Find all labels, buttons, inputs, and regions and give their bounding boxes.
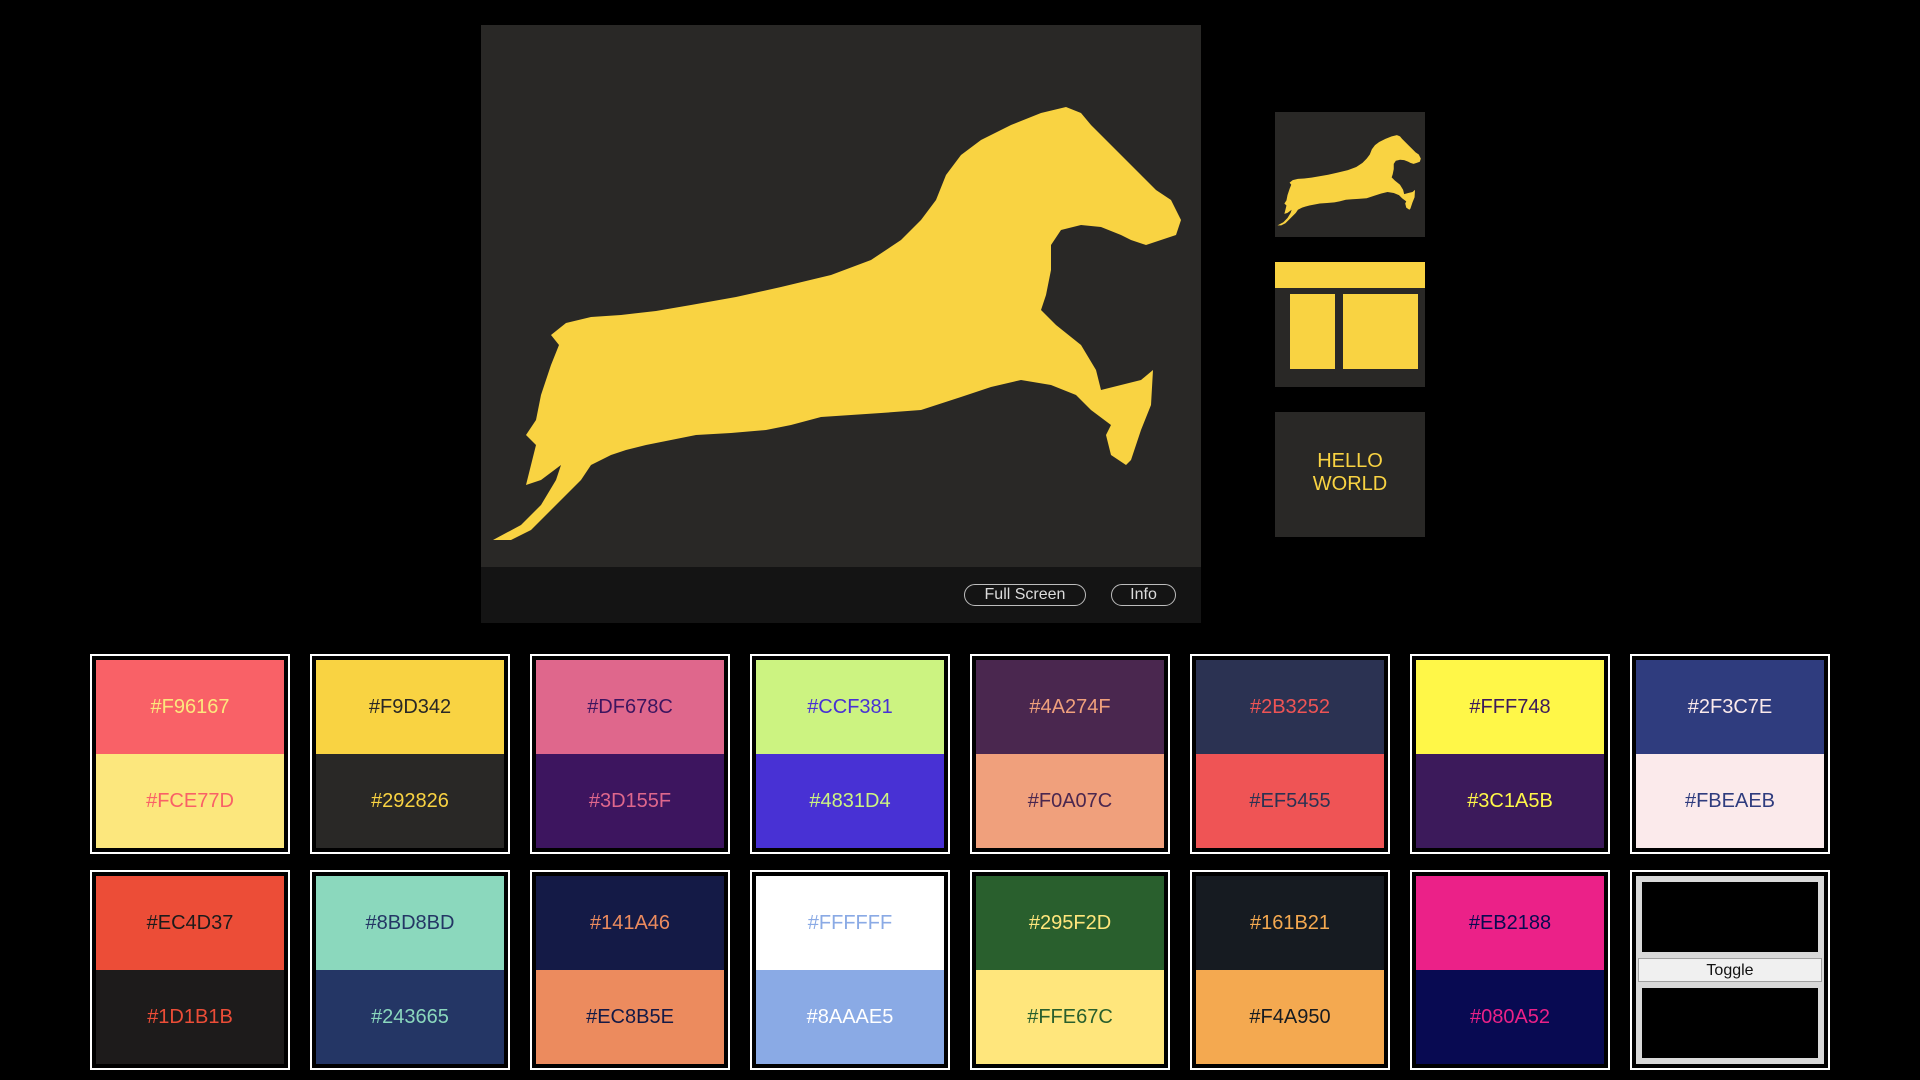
- swatch-top-color: #F9D342: [316, 660, 504, 754]
- swatch-bottom-color: #F4A950: [1196, 970, 1384, 1064]
- swatch-top-color: #161B21: [1196, 876, 1384, 970]
- preview-panel: Full Screen Info: [481, 25, 1201, 623]
- toggle-panel: Toggle: [1630, 870, 1830, 1070]
- swatch-top-color: #2F3C7E: [1636, 660, 1824, 754]
- color-swatch[interactable]: #F96167 #FCE77D: [90, 654, 290, 854]
- swatch-top-color: #8BD8BD: [316, 876, 504, 970]
- preview-toolbar: Full Screen Info: [481, 567, 1201, 623]
- color-swatch[interactable]: #EB2188 #080A52: [1410, 870, 1610, 1070]
- swatch-bottom-color: #3C1A5B: [1416, 754, 1604, 848]
- swatch-top-color: #2B3252: [1196, 660, 1384, 754]
- toggle-preview-bottom: [1642, 988, 1818, 1058]
- color-swatch[interactable]: #EC4D37 #1D1B1B: [90, 870, 290, 1070]
- swatch-top-color: #295F2D: [976, 876, 1164, 970]
- swatch-bottom-color: #EF5455: [1196, 754, 1384, 848]
- color-swatch[interactable]: #8BD8BD #243665: [310, 870, 510, 1070]
- color-swatch[interactable]: #F9D342 #292826: [310, 654, 510, 854]
- toggle-inner: Toggle: [1636, 876, 1824, 1064]
- swatch-top-color: #CCF381: [756, 660, 944, 754]
- color-swatch[interactable]: #DF678C #3D155F: [530, 654, 730, 854]
- swatch-bottom-color: #FBEAEB: [1636, 754, 1824, 848]
- fullscreen-button[interactable]: Full Screen: [964, 584, 1086, 606]
- thumb-text[interactable]: HELLO WORLD: [1275, 412, 1425, 537]
- color-swatch[interactable]: #295F2D #FFE67C: [970, 870, 1170, 1070]
- swatch-bottom-color: #8AAAE5: [756, 970, 944, 1064]
- color-swatch[interactable]: #FFF748 #3C1A5B: [1410, 654, 1610, 854]
- color-swatch[interactable]: #4A274F #F0A07C: [970, 654, 1170, 854]
- swatch-bottom-color: #EC8B5E: [536, 970, 724, 1064]
- swatch-bottom-color: #F0A07C: [976, 754, 1164, 848]
- swatch-bottom-color: #1D1B1B: [96, 970, 284, 1064]
- toggle-preview-top: [1642, 882, 1818, 952]
- page: Full Screen Info HELLO WORLD #F96167 #FCE…: [0, 0, 1920, 1080]
- swatch-top-color: #4A274F: [976, 660, 1164, 754]
- swatch-bottom-color: #4831D4: [756, 754, 944, 848]
- horse-silhouette-icon: [493, 107, 1181, 540]
- swatch-bottom-color: #243665: [316, 970, 504, 1064]
- layout-header-block: [1275, 262, 1425, 288]
- hello-world-text: HELLO WORLD: [1312, 450, 1388, 495]
- color-swatch[interactable]: #2B3252 #EF5455: [1190, 654, 1390, 854]
- swatch-top-color: #EB2188: [1416, 876, 1604, 970]
- swatch-top-color: #EC4D37: [96, 876, 284, 970]
- preview-canvas: [481, 25, 1201, 567]
- swatch-top-color: #F96167: [96, 660, 284, 754]
- toggle-button[interactable]: Toggle: [1638, 958, 1822, 982]
- color-swatch[interactable]: #141A46 #EC8B5E: [530, 870, 730, 1070]
- thumb-layout[interactable]: [1275, 262, 1425, 387]
- swatch-bottom-color: #3D155F: [536, 754, 724, 848]
- thumb-image[interactable]: [1275, 112, 1425, 237]
- swatch-top-color: #FFF748: [1416, 660, 1604, 754]
- color-swatch[interactable]: #FFFFFF #8AAAE5: [750, 870, 950, 1070]
- swatch-bottom-color: #FFE67C: [976, 970, 1164, 1064]
- swatch-top-color: #141A46: [536, 876, 724, 970]
- color-swatch[interactable]: #CCF381 #4831D4: [750, 654, 950, 854]
- color-swatch[interactable]: #161B21 #F4A950: [1190, 870, 1390, 1070]
- swatch-bottom-color: #292826: [316, 754, 504, 848]
- color-swatch[interactable]: #2F3C7E #FBEAEB: [1630, 654, 1830, 854]
- swatch-top-color: #DF678C: [536, 660, 724, 754]
- swatch-bottom-color: #080A52: [1416, 970, 1604, 1064]
- horse-thumb-icon: [1277, 135, 1421, 226]
- layout-column-right: [1343, 294, 1418, 369]
- info-button[interactable]: Info: [1111, 584, 1176, 606]
- swatch-top-color: #FFFFFF: [756, 876, 944, 970]
- layout-column-left: [1290, 294, 1335, 369]
- swatch-bottom-color: #FCE77D: [96, 754, 284, 848]
